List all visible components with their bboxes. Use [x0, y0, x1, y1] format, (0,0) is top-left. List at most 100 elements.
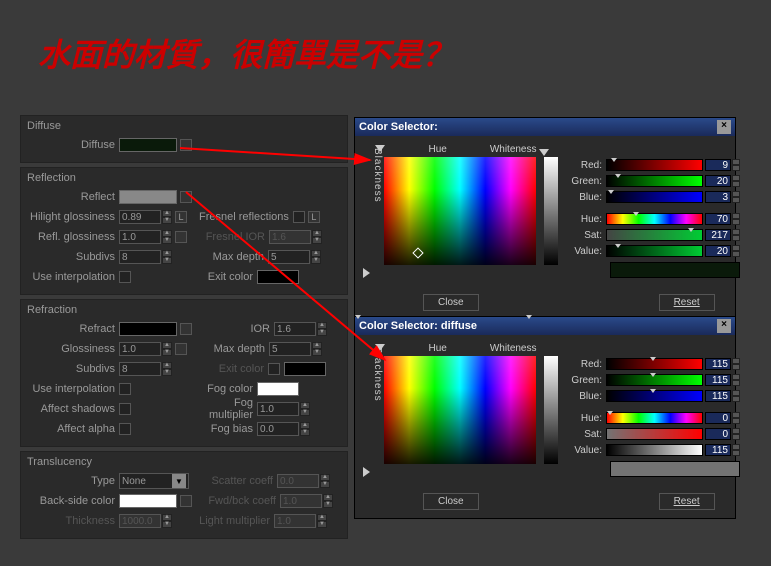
hilight-gloss-input[interactable] — [119, 210, 161, 224]
spinner-down[interactable] — [732, 364, 740, 370]
red-value[interactable]: 115 — [705, 358, 731, 370]
exit-color-swatch[interactable] — [257, 270, 299, 284]
hue-slider[interactable] — [606, 412, 703, 424]
spinner-down[interactable] — [732, 235, 740, 241]
whiteness-bar[interactable] — [544, 356, 558, 464]
whiteness-bar[interactable] — [544, 157, 558, 265]
sat-value[interactable]: 0 — [705, 428, 731, 440]
window-titlebar[interactable]: Color Selector: diffuse × — [355, 317, 735, 335]
spinner-down[interactable] — [732, 181, 740, 187]
sat-slider[interactable] — [606, 229, 703, 241]
spinner-down[interactable] — [732, 197, 740, 203]
hue-value[interactable]: 70 — [705, 213, 731, 225]
map-slot[interactable] — [175, 231, 187, 243]
hue-marker[interactable] — [375, 344, 385, 351]
sat-slider[interactable] — [606, 428, 703, 440]
spinner-up[interactable]: ▲ — [300, 402, 310, 409]
blue-slider[interactable] — [606, 390, 703, 402]
value-value[interactable]: 115 — [705, 444, 731, 456]
gloss-input[interactable] — [119, 342, 161, 356]
spinner-down[interactable]: ▼ — [162, 369, 172, 376]
value-value[interactable]: 20 — [705, 245, 731, 257]
fog-color-swatch[interactable] — [257, 382, 299, 396]
refract-swatch[interactable] — [119, 322, 177, 336]
map-slot[interactable] — [175, 343, 187, 355]
close-button[interactable]: Close — [423, 294, 479, 311]
blue-value[interactable]: 115 — [705, 390, 731, 402]
fog-bias-input[interactable] — [257, 422, 299, 436]
green-slider[interactable] — [606, 175, 703, 187]
close-icon[interactable]: × — [717, 120, 731, 134]
spinner-down[interactable]: ▼ — [162, 349, 172, 356]
green-value[interactable]: 20 — [705, 175, 731, 187]
spinner-up[interactable]: ▲ — [162, 362, 172, 369]
refl-gloss-input[interactable] — [119, 230, 161, 244]
affect-alpha-checkbox[interactable] — [119, 423, 131, 435]
blackness-marker[interactable] — [363, 268, 370, 278]
spinner-up[interactable]: ▲ — [300, 422, 310, 429]
diffuse-map-slot[interactable] — [180, 139, 192, 151]
spinner-down[interactable] — [732, 450, 740, 456]
blackness-marker[interactable] — [363, 467, 370, 477]
affect-shadows-checkbox[interactable] — [119, 403, 131, 415]
value-slider[interactable] — [606, 245, 703, 257]
exit-color-swatch[interactable] — [284, 362, 326, 376]
spinner-down[interactable]: ▼ — [162, 237, 172, 244]
backside-swatch[interactable] — [119, 494, 177, 508]
hue-slider[interactable] — [606, 213, 703, 225]
fresnel-checkbox[interactable] — [293, 211, 305, 223]
lock-button[interactable]: L — [175, 211, 187, 223]
reflect-swatch[interactable] — [119, 190, 177, 204]
spinner-up[interactable]: ▲ — [317, 322, 327, 329]
spinner-down[interactable] — [732, 418, 740, 424]
use-interp-checkbox[interactable] — [119, 383, 131, 395]
spinner-down[interactable] — [732, 251, 740, 257]
fresnel-lock[interactable]: L — [308, 211, 320, 223]
close-button[interactable]: Close — [423, 493, 479, 510]
diffuse-swatch[interactable] — [119, 138, 177, 152]
red-value[interactable]: 9 — [705, 159, 731, 171]
spinner-down[interactable]: ▼ — [300, 409, 310, 416]
reset-button[interactable]: Reset — [659, 294, 715, 311]
whiteness-marker[interactable] — [539, 149, 549, 156]
hue-gradient[interactable] — [384, 356, 536, 464]
type-dropdown[interactable]: None ▼ — [119, 473, 189, 489]
spinner-down[interactable] — [732, 165, 740, 171]
red-slider[interactable] — [606, 358, 703, 370]
spinner-down[interactable]: ▼ — [300, 429, 310, 436]
spinner-up[interactable]: ▲ — [162, 230, 172, 237]
hue-value[interactable]: 0 — [705, 412, 731, 424]
reflect-map-slot[interactable] — [180, 191, 192, 203]
spinner-up[interactable]: ▲ — [311, 250, 321, 257]
green-slider[interactable] — [606, 374, 703, 386]
spinner-down[interactable]: ▼ — [312, 349, 322, 356]
reset-button[interactable]: Reset — [659, 493, 715, 510]
fog-mult-input[interactable] — [257, 402, 299, 416]
hue-gradient[interactable] — [384, 157, 536, 265]
use-interp-checkbox[interactable] — [119, 271, 131, 283]
spinner-down[interactable]: ▼ — [162, 257, 172, 264]
close-icon[interactable]: × — [717, 319, 731, 333]
spinner-up[interactable]: ▲ — [162, 250, 172, 257]
spinner-down[interactable] — [732, 396, 740, 402]
sat-value[interactable]: 217 — [705, 229, 731, 241]
spinner-down[interactable]: ▼ — [311, 257, 321, 264]
spinner-down[interactable] — [732, 219, 740, 225]
map-slot[interactable] — [180, 323, 192, 335]
subdivs-input[interactable] — [119, 362, 161, 376]
spinner-down[interactable] — [732, 380, 740, 386]
spinner-down[interactable]: ▼ — [162, 217, 172, 224]
value-slider[interactable] — [606, 444, 703, 456]
spinner-down[interactable] — [732, 434, 740, 440]
blue-value[interactable]: 3 — [705, 191, 731, 203]
exit-color-checkbox[interactable] — [268, 363, 280, 375]
window-titlebar[interactable]: Color Selector: × — [355, 118, 735, 136]
max-depth-input[interactable] — [269, 342, 311, 356]
spinner-up[interactable]: ▲ — [312, 342, 322, 349]
red-slider[interactable] — [606, 159, 703, 171]
max-depth-input[interactable] — [268, 250, 310, 264]
spinner-down[interactable]: ▼ — [317, 329, 327, 336]
blue-slider[interactable] — [606, 191, 703, 203]
spinner-up[interactable]: ▲ — [162, 210, 172, 217]
subdivs-input[interactable] — [119, 250, 161, 264]
